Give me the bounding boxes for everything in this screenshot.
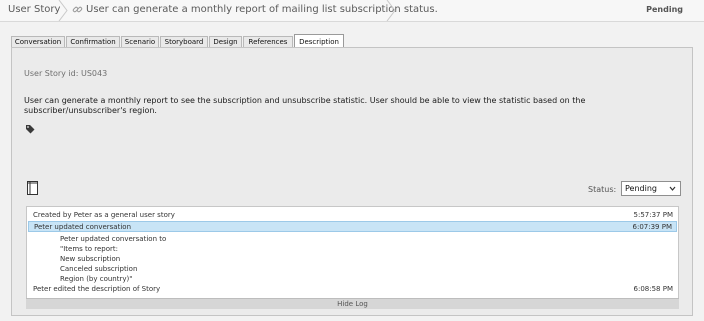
activity-log[interactable]: Created by Peter as a general user story… — [26, 206, 679, 309]
log-detail-line: Peter updated conversation to — [60, 235, 167, 243]
link-icon — [72, 6, 83, 13]
status-label: Status: — [588, 185, 617, 194]
log-entry[interactable]: Peter edited the description of Story 6:… — [28, 284, 677, 295]
log-detail-line: "Items to report: — [60, 245, 119, 253]
breadcrumb-current[interactable]: User can generate a monthly report of ma… — [66, 0, 438, 20]
tab-storyboard[interactable]: Storyboard — [160, 36, 208, 47]
log-detail-line: Region (by country)" — [60, 275, 133, 283]
breadcrumb-root[interactable]: User Story — [5, 0, 66, 20]
log-entry-detail: Peter updated conversation to "Items to … — [60, 234, 166, 284]
description-panel: User Story id: US043 User can generate a… — [11, 47, 693, 316]
tab-design[interactable]: Design — [209, 36, 242, 47]
log-entry-message: Peter updated conversation — [34, 223, 132, 231]
tab-conversation[interactable]: Conversation — [11, 36, 65, 47]
tab-scenario[interactable]: Scenario — [121, 36, 159, 47]
log-entry-time: 5:57:37 PM — [633, 211, 673, 219]
story-id: User Story id: US043 — [24, 69, 108, 78]
log-entry-time: 6:08:58 PM — [633, 285, 673, 293]
tab-confirmation[interactable]: Confirmation — [66, 36, 120, 47]
document-icon[interactable] — [27, 181, 38, 195]
log-entry[interactable]: Created by Peter as a general user story… — [28, 210, 677, 221]
hide-log-button[interactable]: Hide Log — [26, 298, 679, 309]
log-entry-message: Peter edited the description of Story — [33, 285, 161, 293]
tab-description[interactable]: Description — [294, 34, 344, 48]
log-entry-time: 6:07:39 PM — [632, 223, 672, 231]
log-detail-line: New subscription — [60, 255, 121, 263]
breadcrumb-separator — [386, 0, 396, 21]
story-status-badge: Pending — [646, 5, 683, 14]
status-select-value: Pending — [625, 184, 657, 193]
log-entry-message: Created by Peter as a general user story — [33, 211, 175, 219]
log-entry-selected[interactable]: Peter updated conversation 6:07:39 PM — [28, 221, 677, 232]
chevron-down-icon — [669, 186, 676, 191]
story-description: User can generate a monthly report to se… — [24, 96, 586, 115]
breadcrumb-bar: User Story User can generate a monthly r… — [0, 0, 704, 22]
log-detail-line: Canceled subscription — [60, 265, 138, 273]
tab-references[interactable]: References — [243, 36, 293, 47]
status-select[interactable]: Pending — [621, 181, 681, 196]
tag-icon[interactable] — [25, 124, 35, 134]
